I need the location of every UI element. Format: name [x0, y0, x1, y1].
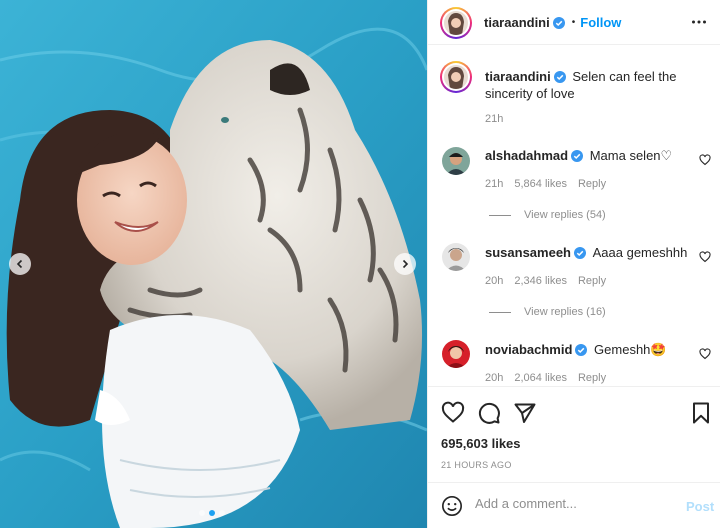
post-side-panel: tiaraandini • Follow tiaraandini Selen c… [427, 0, 720, 528]
commenter-avatar[interactable] [442, 147, 470, 175]
reply-button[interactable]: Reply [578, 275, 606, 287]
verified-badge-icon [574, 247, 586, 259]
comment-text: Aaaa gemeshhh [592, 245, 688, 260]
author-avatar-image [444, 11, 468, 35]
comment-input[interactable] [475, 496, 675, 511]
heart-icon[interactable] [699, 251, 711, 263]
previous-slide-button[interactable] [9, 253, 31, 275]
comment-icon[interactable] [477, 401, 501, 425]
post-comment-button[interactable]: Post [686, 499, 714, 514]
heart-icon[interactable] [699, 154, 711, 166]
caption-age: 21h [485, 113, 504, 125]
commenter-username[interactable]: alshadahmad [485, 148, 568, 163]
author-username[interactable]: tiaraandini [484, 15, 550, 30]
bookmark-icon[interactable] [689, 401, 713, 425]
verified-badge-icon [575, 344, 588, 356]
commenter-avatar[interactable] [442, 243, 470, 271]
post-timestamp: 21 HOURS AGO [441, 460, 512, 470]
chevron-right-icon [402, 259, 409, 269]
comment-text: Gemeshh🤩 [594, 342, 667, 357]
next-slide-button[interactable] [394, 253, 416, 275]
comment-age: 20h [485, 275, 504, 287]
verified-badge-icon [553, 71, 566, 83]
more-options-icon[interactable] [691, 14, 707, 30]
author-avatar[interactable] [440, 7, 472, 39]
reply-button[interactable]: Reply [578, 372, 606, 384]
carousel-dot [219, 510, 225, 516]
post-header: tiaraandini • Follow [428, 0, 720, 45]
comment-likes[interactable]: 2,346 likes [514, 275, 567, 287]
comment-text: Mama selen♡ [589, 148, 673, 163]
comment-age: 21h [485, 178, 504, 190]
likes-count[interactable]: 695,603 likes [441, 436, 521, 451]
verified-badge-icon [571, 150, 584, 162]
chevron-left-icon [16, 259, 23, 269]
post-media[interactable] [0, 0, 427, 528]
comment-age: 20h [485, 372, 504, 384]
commenter-avatar[interactable] [442, 340, 470, 368]
post-photo [0, 0, 427, 528]
comments-list[interactable]: tiaraandini Selen can feel the sincerity… [428, 46, 720, 386]
carousel-dot [199, 510, 205, 516]
emoji-icon[interactable] [441, 495, 463, 517]
share-icon[interactable] [513, 401, 537, 425]
comment-likes[interactable]: 2,064 likes [514, 372, 567, 384]
carousel-dot-active [209, 510, 215, 516]
heart-icon[interactable] [441, 401, 465, 425]
view-replies-label: View replies (54) [524, 209, 606, 221]
view-replies-button[interactable]: View replies (16) [489, 306, 606, 318]
verified-badge-icon [552, 16, 565, 29]
comment-likes[interactable]: 5,864 likes [514, 178, 567, 190]
caption-avatar-image [444, 65, 468, 89]
header-separator: • [571, 17, 576, 28]
commenter-username[interactable]: noviabachmid [485, 342, 572, 357]
view-replies-label: View replies (16) [524, 306, 606, 318]
heart-icon[interactable] [699, 348, 711, 360]
follow-button[interactable]: Follow [580, 15, 621, 30]
comment-composer: Post [428, 482, 720, 528]
caption-avatar[interactable] [440, 61, 472, 93]
reply-button[interactable]: Reply [578, 178, 606, 190]
carousel-indicator [199, 510, 225, 516]
commenter-username[interactable]: susansameeh [485, 245, 571, 260]
view-replies-button[interactable]: View replies (54) [489, 209, 606, 221]
caption-username[interactable]: tiaraandini [485, 69, 551, 84]
post-actions: 695,603 likes 21 HOURS AGO [428, 386, 720, 481]
caption: tiaraandini Selen can feel the sincerity… [485, 68, 707, 102]
